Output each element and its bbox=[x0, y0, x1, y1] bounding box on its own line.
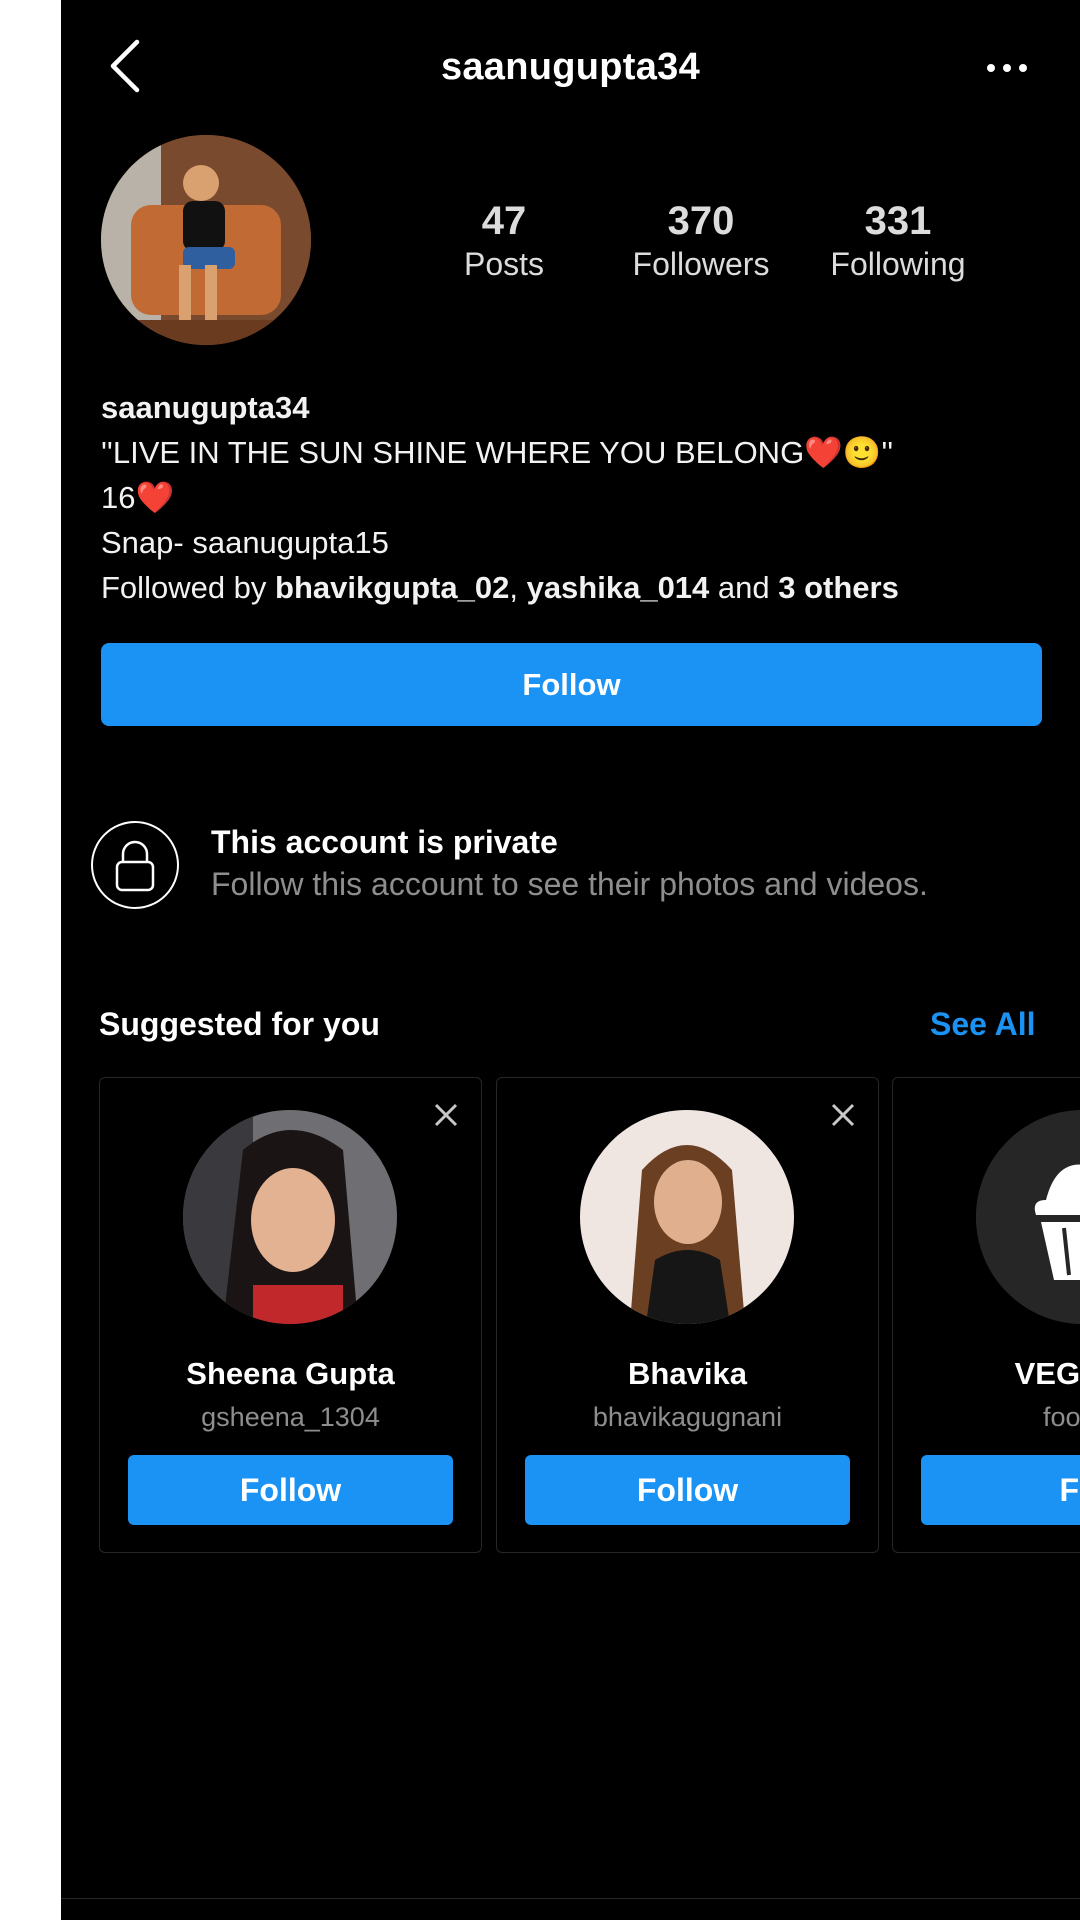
followed-by-prefix: Followed by bbox=[101, 570, 276, 605]
profile-avatar[interactable] bbox=[101, 135, 311, 345]
private-account-subtitle: Follow this account to see their photos … bbox=[211, 866, 928, 902]
suggested-title: Suggested for you bbox=[99, 1006, 380, 1042]
suggestion-name[interactable]: Bhavika bbox=[497, 1356, 878, 1392]
close-icon[interactable] bbox=[433, 1102, 459, 1128]
suggestion-follow-button[interactable]: Fol bbox=[921, 1455, 1080, 1525]
posts-number: 47 bbox=[481, 199, 527, 243]
suggestion-card[interactable]: Bhavika bhavikagugnani Follow bbox=[496, 1077, 879, 1553]
followed-user-1[interactable]: bhavikgupta_02 bbox=[275, 570, 509, 605]
following-label: Following bbox=[830, 246, 966, 282]
followers-label: Followers bbox=[632, 246, 770, 282]
following-count[interactable]: 331 Following bbox=[798, 198, 998, 284]
followed-and: and bbox=[709, 570, 779, 605]
posts-count: 47 Posts bbox=[404, 198, 604, 284]
followed-by[interactable]: Followed by bhavikgupta_02, yashika_014 … bbox=[101, 565, 1061, 610]
see-all-link[interactable]: See All bbox=[930, 1006, 1036, 1043]
bio-snap: Snap- saanugupta15 bbox=[101, 525, 389, 560]
following-number: 331 bbox=[864, 199, 932, 243]
followed-separator: , bbox=[509, 570, 527, 605]
cupcake-icon bbox=[976, 1110, 1080, 1324]
page-title: saanugupta34 bbox=[440, 46, 701, 88]
follow-button[interactable]: Follow bbox=[101, 643, 1042, 726]
private-account-title: This account is private bbox=[211, 824, 558, 860]
suggestion-name[interactable]: Sheena Gupta bbox=[100, 1356, 481, 1392]
suggestion-handle: food.ie bbox=[1042, 1402, 1080, 1432]
suggestion-avatar[interactable] bbox=[976, 1110, 1080, 1324]
suggestion-handle: bhavikagugnani bbox=[592, 1402, 783, 1432]
followed-others[interactable]: 3 others bbox=[778, 570, 899, 605]
profile-screen: saanugupta34 47 Posts 370 Followers 331 … bbox=[61, 0, 1080, 1920]
bottom-divider bbox=[61, 1898, 1080, 1899]
suggestion-follow-button[interactable]: Follow bbox=[525, 1455, 850, 1525]
suggestion-follow-button[interactable]: Follow bbox=[128, 1455, 453, 1525]
posts-label: Posts bbox=[463, 246, 545, 282]
suggestion-avatar[interactable] bbox=[183, 1110, 397, 1324]
lock-icon bbox=[91, 821, 179, 909]
bio-username: saanugupta34 bbox=[101, 390, 310, 425]
followers-count[interactable]: 370 Followers bbox=[601, 198, 801, 284]
more-horizontal-icon[interactable] bbox=[981, 46, 1033, 86]
suggestion-name[interactable]: VEGAN F bbox=[893, 1356, 1080, 1392]
suggestion-handle: gsheena_1304 bbox=[201, 1402, 380, 1432]
suggestion-avatar[interactable] bbox=[580, 1110, 794, 1324]
close-icon[interactable] bbox=[830, 1102, 856, 1128]
bio-quote: ''LIVE IN THE SUN SHINE WHERE YOU BELONG… bbox=[101, 435, 894, 470]
followed-user-2[interactable]: yashika_014 bbox=[527, 570, 710, 605]
suggestion-card[interactable]: Sheena Gupta gsheena_1304 Follow bbox=[99, 1077, 482, 1553]
profile-bio: saanugupta34 ''LIVE IN THE SUN SHINE WHE… bbox=[101, 385, 1061, 610]
bio-age: 16❤️ bbox=[101, 480, 175, 515]
suggestion-card[interactable]: VEGAN F food.ie Fol bbox=[892, 1077, 1080, 1553]
followers-number: 370 bbox=[667, 199, 735, 243]
